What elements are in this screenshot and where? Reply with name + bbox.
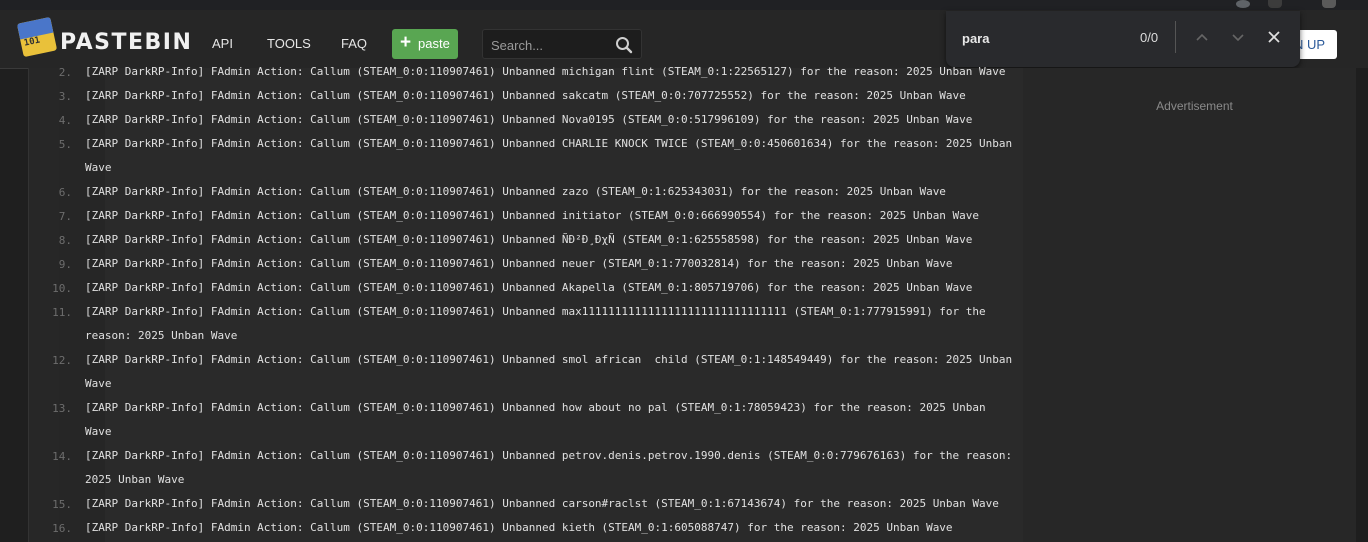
code-line-wrap: 2025 Unban Wave [85,473,185,486]
code-line: [ZARP DarkRP-Info] FAdmin Action: Callum… [85,449,1013,462]
line-number: 9. [58,258,72,271]
nav-faq[interactable]: FAQ [341,36,367,51]
line-number: 2. [58,66,72,79]
pastebin-logo-icon[interactable]: 101 [16,16,58,58]
code-line: [ZARP DarkRP-Info] FAdmin Action: Callum… [85,257,953,270]
line-number: 3. [58,90,72,103]
sidebar: Advertisement [1023,68,1356,542]
nav-tools[interactable]: TOOLS [267,36,311,51]
site-logo-text[interactable]: PASTEBIN [60,30,192,55]
page-scroll-strip [1356,68,1368,542]
browser-find-bar: 0/0 [946,11,1300,67]
paste-button-label: paste [418,36,450,51]
line-number: 4. [58,114,72,127]
code-line: [ZARP DarkRP-Info] FAdmin Action: Callum… [85,401,986,414]
browser-extension-icon[interactable] [1268,0,1282,8]
line-number: 5. [58,138,72,151]
find-input[interactable] [960,28,1114,48]
code-line: [ZARP DarkRP-Info] FAdmin Action: Callum… [85,233,973,246]
code-line: [ZARP DarkRP-Info] FAdmin Action: Callum… [85,305,986,318]
line-number: 12. [52,354,72,367]
code-line: [ZARP DarkRP-Info] FAdmin Action: Callum… [85,281,973,294]
search-icon[interactable] [615,36,633,54]
code-line: [ZARP DarkRP-Info] FAdmin Action: Callum… [85,353,1013,366]
line-number: 13. [52,402,72,415]
line-number: 7. [58,210,72,223]
code-line: [ZARP DarkRP-Info] FAdmin Action: Callum… [85,209,980,222]
code-line: [ZARP DarkRP-Info] FAdmin Action: Callum… [85,113,973,126]
browser-avatar-icon[interactable] [1236,0,1250,8]
code-line: [ZARP DarkRP-Info] FAdmin Action: Callum… [85,185,946,198]
browser-tab-strip [0,0,1368,10]
browser-badge-icon[interactable] [1322,0,1336,8]
search-box [482,29,642,59]
code-line-wrap: Wave [85,161,112,174]
find-match-count: 0/0 [1140,30,1159,45]
code-line: [ZARP DarkRP-Info] FAdmin Action: Callum… [85,497,999,510]
line-number: 6. [58,186,72,199]
advertisement-label: Advertisement [1156,99,1233,113]
line-number: 10. [52,282,72,295]
find-close-icon[interactable] [1266,29,1282,45]
find-next-icon[interactable] [1230,29,1246,45]
line-number: 14. [52,450,72,463]
line-number: 8. [58,234,72,247]
plus-icon: + [400,32,412,53]
line-number: 16. [52,522,72,535]
code-line: [ZARP DarkRP-Info] FAdmin Action: Callum… [85,521,953,534]
find-previous-icon[interactable] [1194,29,1210,45]
find-divider [1175,21,1176,53]
code-line-wrap: reason: 2025 Unban Wave [85,329,238,342]
code-line: [ZARP DarkRP-Info] FAdmin Action: Callum… [85,137,1013,150]
new-paste-button[interactable]: + paste [392,29,458,59]
search-input[interactable] [489,35,613,55]
code-line: [ZARP DarkRP-Info] FAdmin Action: Callum… [85,65,1006,78]
line-number: 15. [52,498,72,511]
line-number: 11. [52,306,72,319]
code-line-wrap: Wave [85,377,112,390]
code-line-wrap: Wave [85,425,112,438]
code-line: [ZARP DarkRP-Info] FAdmin Action: Callum… [85,89,966,102]
nav-api[interactable]: API [212,36,233,51]
